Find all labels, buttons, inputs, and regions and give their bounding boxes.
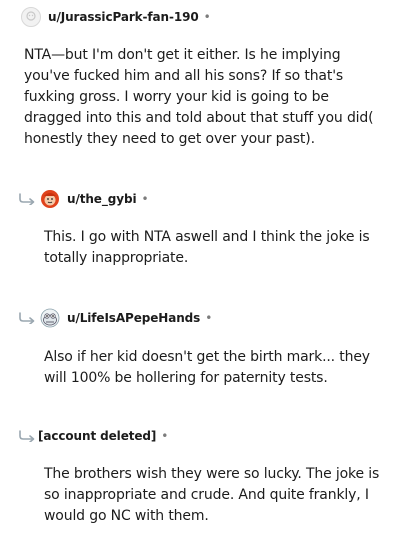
reply-arrow-icon: [19, 193, 35, 205]
comment-body: NTA—but I'm don't get it either. Is he i…: [24, 47, 374, 147]
comment-header: u/JurassicPark-fan-190 •: [21, 5, 211, 29]
comment-username: [account deleted]: [38, 429, 157, 443]
meta-separator: •: [141, 192, 149, 206]
meta-separator: •: [161, 429, 169, 443]
comment-header: [account deleted] •: [38, 424, 168, 448]
comment-username[interactable]: u/the_gybi: [67, 192, 137, 206]
default-avatar-icon[interactable]: [21, 7, 41, 27]
comment-body: This. I go with NTA aswell and I think t…: [44, 229, 370, 266]
comment-body: Also if her kid doesn't get the birth ma…: [44, 349, 370, 386]
meta-separator: •: [205, 311, 213, 325]
frog-character-avatar-icon[interactable]: [40, 308, 60, 328]
meta-separator: •: [203, 10, 211, 24]
reply-arrow-icon: [19, 430, 35, 442]
comment-username[interactable]: u/JurassicPark-fan-190: [48, 10, 199, 24]
comment-username[interactable]: u/LifeIsAPepeHands: [67, 311, 200, 325]
reply-arrow-icon: [19, 312, 35, 324]
comment-header: u/LifeIsAPepeHands •: [40, 306, 212, 330]
comment-body: The brothers wish they were so lucky. Th…: [44, 466, 380, 524]
comment-header: u/the_gybi •: [40, 187, 149, 211]
red-character-avatar-icon[interactable]: [40, 189, 60, 209]
